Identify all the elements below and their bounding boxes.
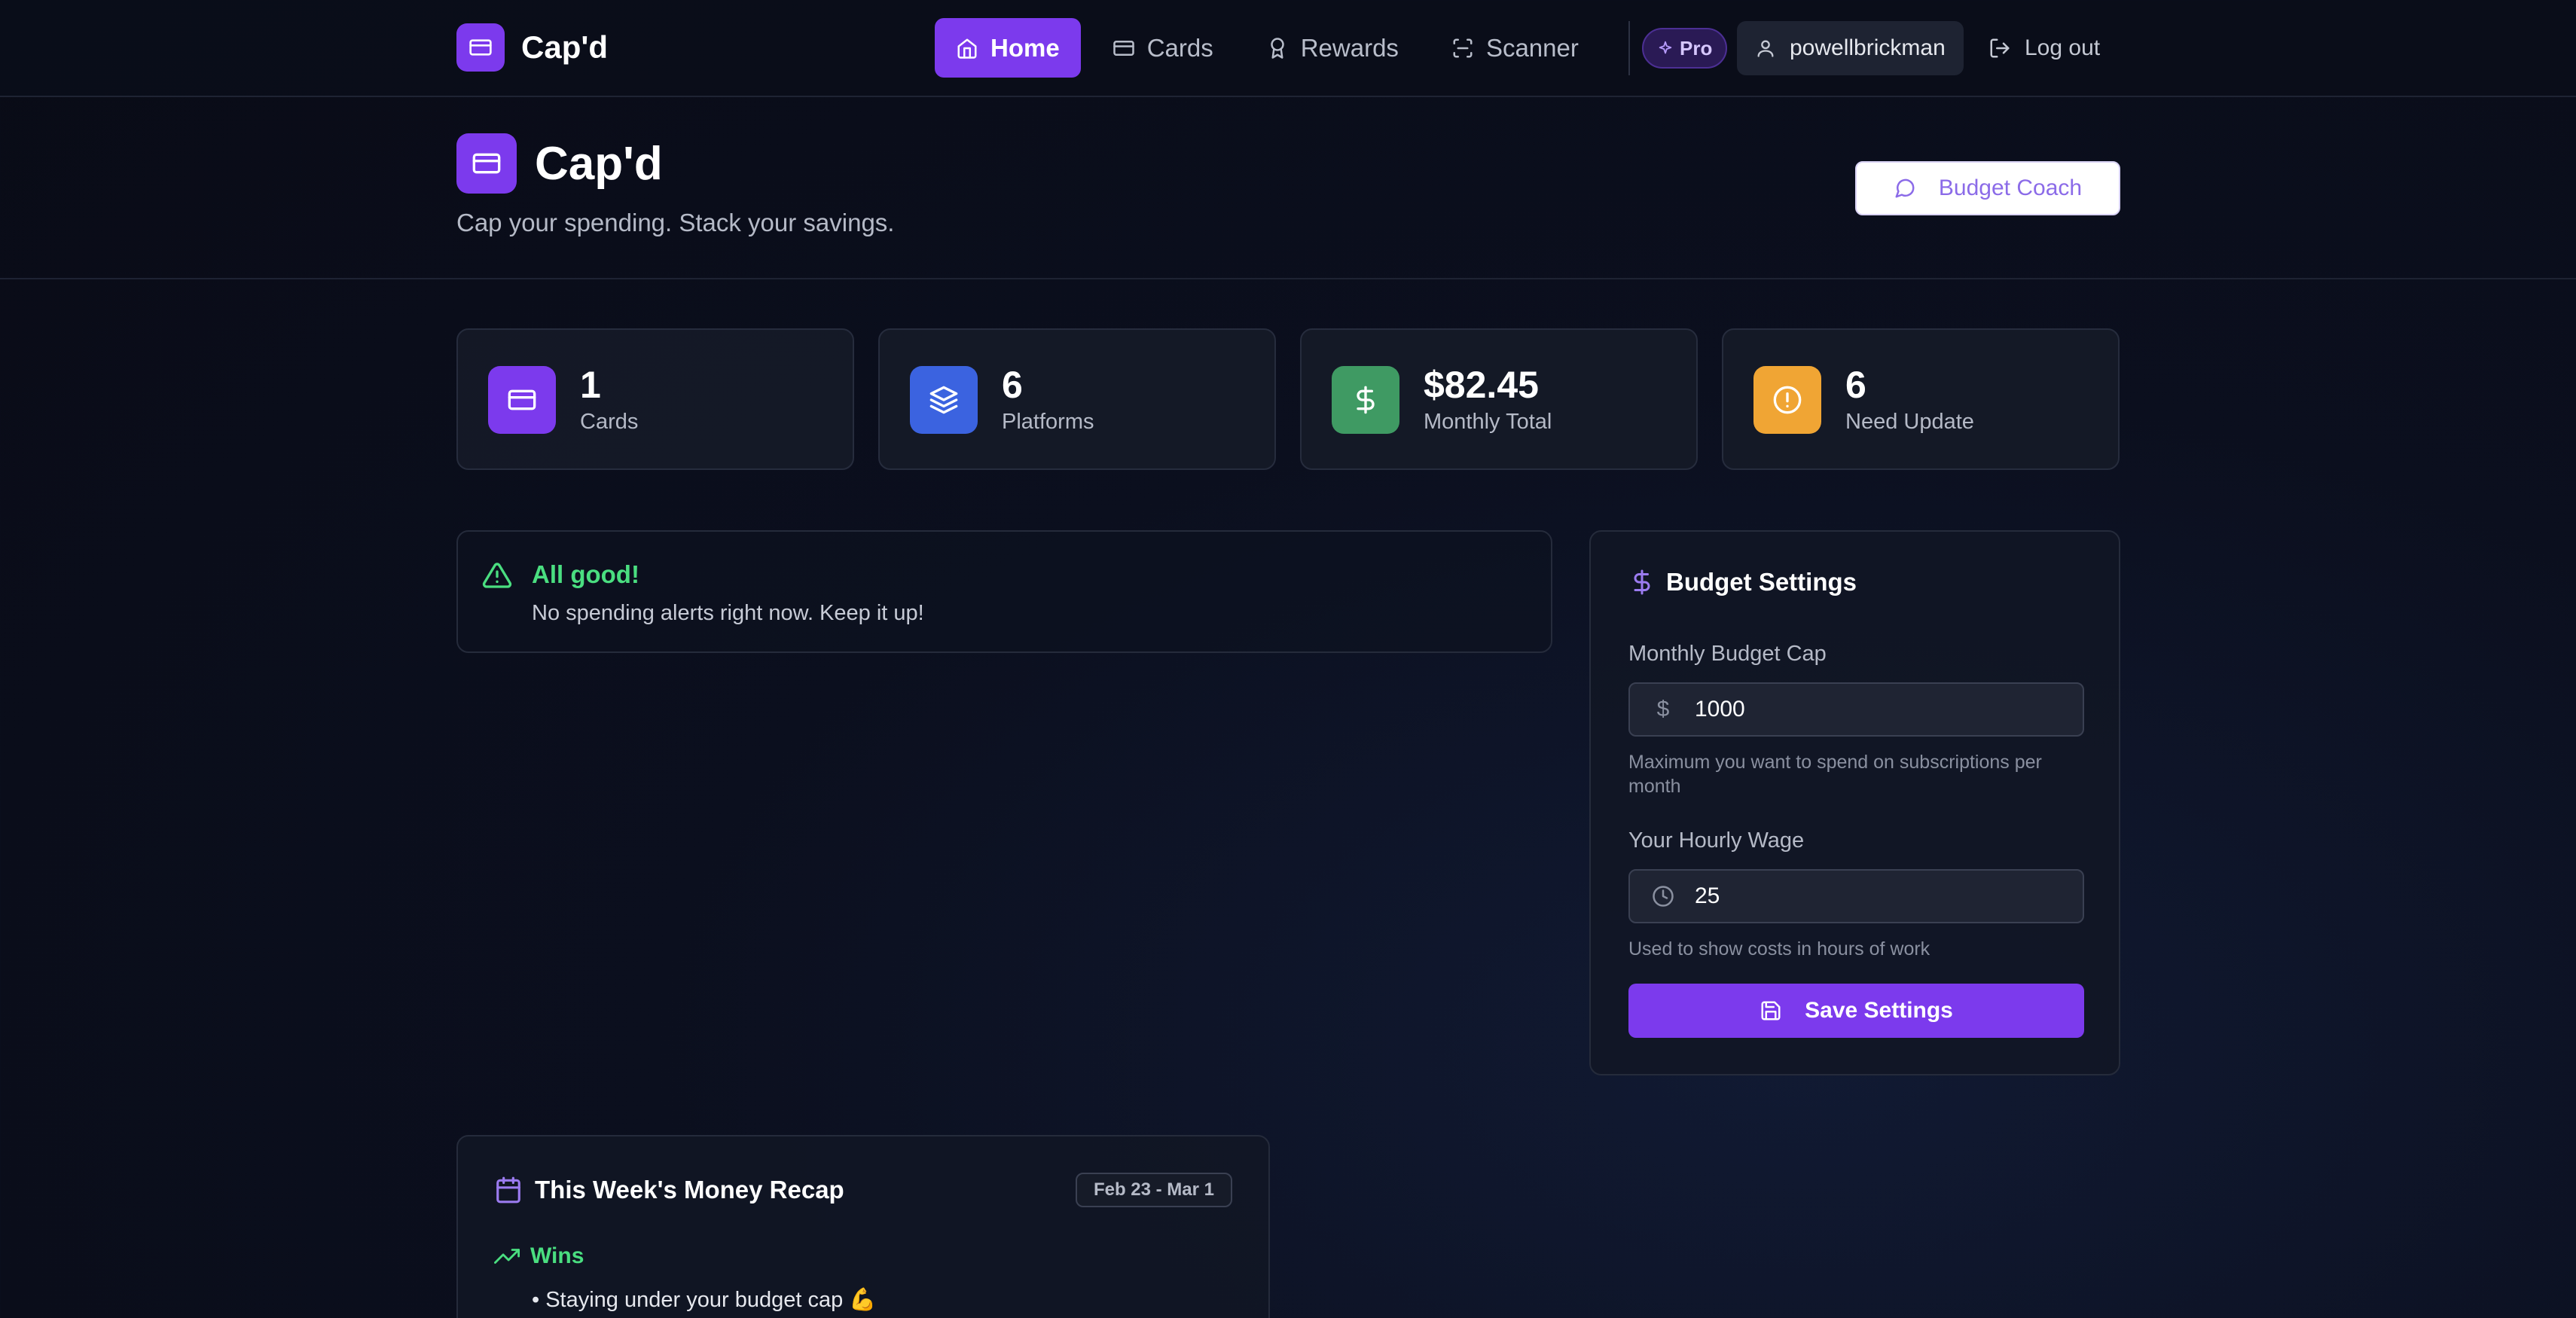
- trending-up-icon: [494, 1249, 520, 1264]
- stat-value: 6: [1002, 364, 1023, 406]
- sparkles-icon: [1659, 41, 1672, 54]
- main-nav: Home Cards Rewards Scanner: [935, 18, 1610, 78]
- budget-cap-label: Monthly Budget Cap: [1628, 642, 1827, 666]
- log-out-icon: [1990, 38, 2010, 58]
- recap-date-badge: Feb 23 - Mar 1: [1075, 1173, 1232, 1207]
- budget-cap-input[interactable]: $ 1000: [1628, 682, 2084, 737]
- page-title-group: Cap'd: [456, 133, 663, 194]
- credit-card-logo-icon: [456, 23, 505, 72]
- wins-header: Wins: [494, 1243, 584, 1269]
- nav-item-cards[interactable]: Cards: [1091, 18, 1235, 78]
- save-settings-button[interactable]: Save Settings: [1628, 984, 2084, 1038]
- nav-item-label: Rewards: [1300, 33, 1399, 62]
- stat-label: Need Update: [1845, 410, 1974, 434]
- nav-item-label: Scanner: [1485, 33, 1579, 62]
- page-tagline: Cap your spending. Stack your savings.: [456, 209, 895, 236]
- save-settings-label: Save Settings: [1805, 998, 1953, 1023]
- card-icon: [488, 366, 556, 434]
- stat-card-cards: 1 Cards: [456, 328, 854, 470]
- budget-settings-header: Budget Settings: [1628, 568, 1857, 596]
- weekly-recap-card: This Week's Money Recap Feb 23 - Mar 1 W…: [456, 1135, 1270, 1318]
- stat-card-need-update: 6 Need Update: [1722, 328, 2120, 470]
- page-title: Cap'd: [535, 137, 663, 190]
- alert-triangle-icon: [482, 563, 512, 588]
- stat-label: Platforms: [1002, 410, 1094, 434]
- page-header: Cap'd Cap your spending. Stack your savi…: [0, 97, 2576, 279]
- pro-badge[interactable]: Pro: [1642, 28, 1728, 69]
- budget-settings-title: Budget Settings: [1666, 568, 1857, 596]
- nav-item-scanner[interactable]: Scanner: [1430, 18, 1600, 78]
- top-navbar: Cap'd Home Cards Rewards Scanner Pro pow…: [0, 0, 2576, 97]
- stat-label: Monthly Total: [1424, 410, 1552, 434]
- scan-icon: [1453, 38, 1473, 57]
- budget-coach-label: Budget Coach: [1938, 175, 2083, 200]
- nav-divider: [1628, 21, 1630, 75]
- credit-card-logo-icon: [456, 133, 517, 194]
- nav-item-label: Cards: [1146, 33, 1213, 62]
- award-icon: [1270, 37, 1284, 59]
- hourly-wage-help: Used to show costs in hours of work: [1628, 938, 1930, 960]
- alert-title: All good!: [532, 560, 639, 588]
- alert-circle-icon: [1753, 366, 1821, 434]
- home-icon: [957, 38, 977, 59]
- budget-settings-card: Budget Settings Monthly Budget Cap $ 100…: [1589, 530, 2120, 1075]
- brand-name: Cap'd: [521, 29, 608, 65]
- stat-label: Cards: [580, 410, 639, 434]
- stat-value: $82.45: [1424, 364, 1539, 406]
- hourly-wage-value: 25: [1695, 883, 1720, 908]
- budget-coach-button[interactable]: Budget Coach: [1855, 161, 2120, 215]
- logout-label: Log out: [2025, 35, 2101, 60]
- dollar-prefix-icon: $: [1656, 697, 1670, 722]
- budget-cap-help: Maximum you want to spend on subscriptio…: [1628, 752, 2042, 797]
- alert-text: No spending alerts right now. Keep it up…: [532, 601, 924, 625]
- stat-value: 6: [1845, 364, 1866, 406]
- message-circle-icon: [1895, 178, 1915, 198]
- recap-header: This Week's Money Recap: [494, 1176, 844, 1204]
- nav-item-rewards[interactable]: Rewards: [1245, 18, 1420, 78]
- user-icon: [1757, 40, 1774, 57]
- wins-title: Wins: [530, 1243, 584, 1268]
- stat-card-platforms: 6 Platforms: [878, 328, 1276, 470]
- save-icon: [1761, 1001, 1781, 1021]
- hourly-wage-input[interactable]: 25: [1628, 869, 2084, 923]
- stat-value: 1: [580, 364, 601, 406]
- layers-icon: [910, 366, 978, 434]
- logout-button[interactable]: Log out: [1988, 21, 2100, 75]
- nav-item-label: Home: [990, 33, 1060, 62]
- hourly-wage-label: Your Hourly Wage: [1628, 828, 1805, 853]
- budget-cap-value: 1000: [1695, 697, 1745, 722]
- dollar-icon: [1332, 366, 1399, 434]
- username: powellbrickman: [1790, 35, 1946, 60]
- brand[interactable]: Cap'd: [456, 23, 608, 72]
- card-icon: [1113, 40, 1134, 56]
- clock-icon: [1648, 885, 1678, 908]
- recap-title: This Week's Money Recap: [535, 1176, 844, 1204]
- stat-card-monthly-total: $82.45 Monthly Total: [1300, 328, 1698, 470]
- nav-item-home[interactable]: Home: [935, 18, 1081, 78]
- user-menu[interactable]: powellbrickman: [1737, 21, 1964, 75]
- calendar-icon: [496, 1176, 520, 1204]
- pro-badge-label: Pro: [1680, 36, 1713, 59]
- wins-list-item: • Staying under your budget cap 💪: [532, 1288, 877, 1312]
- dollar-icon: [1634, 569, 1650, 595]
- spending-alert-card: All good! No spending alerts right now. …: [456, 530, 1552, 653]
